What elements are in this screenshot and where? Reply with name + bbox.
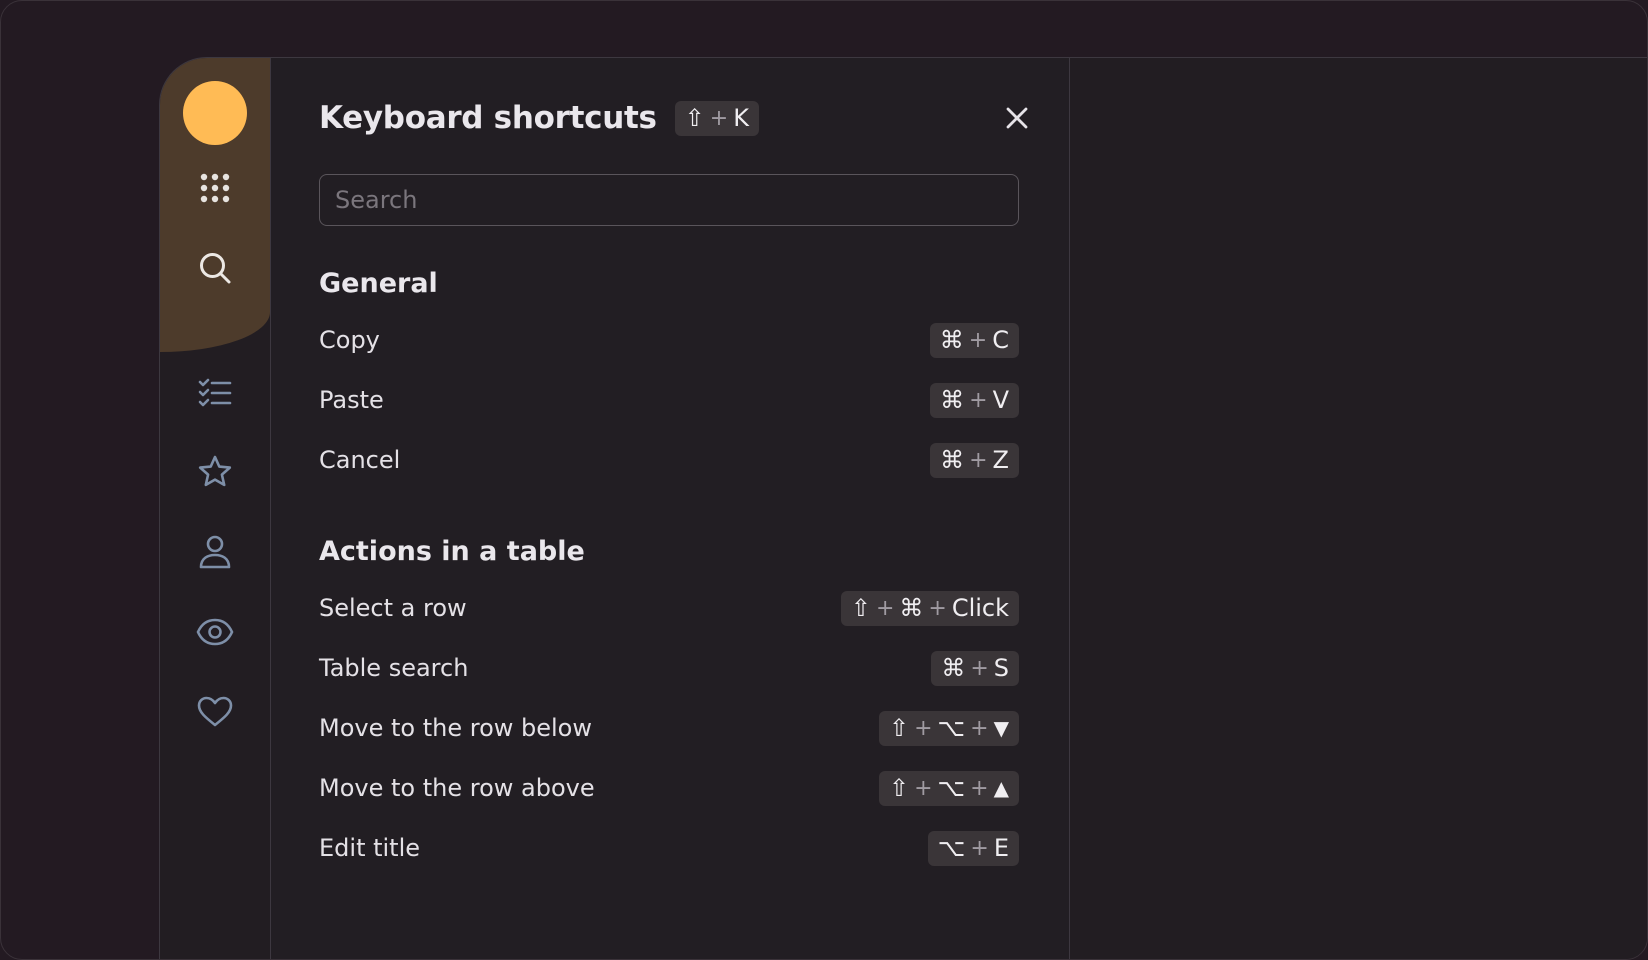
search-icon[interactable] xyxy=(185,238,245,298)
key: Z xyxy=(992,446,1009,474)
key: ⇧ xyxy=(888,774,910,802)
sidebar xyxy=(160,58,271,959)
shortcut-label: Select a row xyxy=(319,594,467,622)
shortcut-row[interactable]: Edit title ⌥ + E xyxy=(319,828,1019,868)
key: ⌘ xyxy=(940,386,965,414)
key-separator: + xyxy=(968,327,988,353)
section-title-general: General xyxy=(319,268,438,299)
arrow-down-key: ▼ xyxy=(993,716,1009,740)
task-list-icon[interactable] xyxy=(185,363,245,423)
person-icon[interactable] xyxy=(185,522,245,582)
shortcut-label: Edit title xyxy=(319,834,421,862)
panel-title: Keyboard shortcuts xyxy=(319,100,657,136)
key-separator: + xyxy=(970,655,989,681)
key-separator: + xyxy=(970,835,989,861)
key: ⌘ xyxy=(941,654,966,682)
title-shortcut-badge: ⇧ + K xyxy=(674,100,759,136)
shortcut-row[interactable]: Move to the row above ⇧ + ⌥ + ▲ xyxy=(319,768,1019,808)
close-button[interactable] xyxy=(1000,101,1034,135)
avatar[interactable] xyxy=(183,81,247,145)
window-frame: Keyboard shortcuts ⇧ + K General Copy xyxy=(0,0,1648,960)
shortcut-label: Move to the row below xyxy=(319,714,592,742)
app-window: Keyboard shortcuts ⇧ + K General Copy xyxy=(159,57,1647,959)
key: ⌥ xyxy=(937,714,966,742)
star-icon[interactable] xyxy=(185,442,245,502)
shortcut-row[interactable]: Table search ⌘ + S xyxy=(319,648,1019,688)
key-separator: + xyxy=(709,105,729,131)
shortcut-keys: ⇧ + ⌘ + Click xyxy=(840,590,1019,626)
shortcut-row[interactable]: Cancel ⌘ + Z xyxy=(319,440,1019,480)
shortcut-keys: ⇧ + ⌥ + ▲ xyxy=(878,770,1019,806)
key-separator: + xyxy=(969,447,988,473)
keyboard-shortcuts-panel: Keyboard shortcuts ⇧ + K General Copy xyxy=(271,58,1070,959)
key: ⌘ xyxy=(899,594,924,622)
shortcut-row[interactable]: Paste ⌘ + V xyxy=(319,380,1019,420)
key: S xyxy=(993,654,1009,682)
key: Click xyxy=(951,594,1009,622)
heart-icon[interactable] xyxy=(185,682,245,742)
close-icon xyxy=(1006,107,1028,129)
shortcut-label: Paste xyxy=(319,386,384,414)
search-input[interactable] xyxy=(319,174,1019,226)
key: C xyxy=(992,326,1009,354)
key: ⌥ xyxy=(937,774,966,802)
eye-icon[interactable] xyxy=(185,602,245,662)
key-separator: + xyxy=(928,595,947,621)
key-separator: + xyxy=(875,595,895,621)
shortcut-row[interactable]: Select a row ⇧ + ⌘ + Click xyxy=(319,588,1019,628)
shortcut-label: Copy xyxy=(319,326,380,354)
key: ⌘ xyxy=(939,326,964,354)
key: E xyxy=(993,834,1009,862)
key-separator: + xyxy=(970,715,989,741)
apps-grid-icon[interactable] xyxy=(185,158,245,218)
key: K xyxy=(733,104,749,132)
shortcut-row[interactable]: Copy ⌘ + C xyxy=(319,320,1019,360)
key-separator: + xyxy=(914,715,933,741)
shortcut-keys: ⌘ + V xyxy=(930,382,1019,418)
key: ⇧ xyxy=(850,594,871,622)
key-separator: + xyxy=(970,775,989,801)
arrow-up-key: ▲ xyxy=(993,776,1009,800)
key-separator: + xyxy=(969,387,988,413)
shortcut-label: Cancel xyxy=(319,446,401,474)
shortcut-keys: ⇧ + ⌥ + ▼ xyxy=(878,710,1019,746)
panel-header: Keyboard shortcuts ⇧ + K xyxy=(319,98,759,138)
key: ⇧ xyxy=(684,104,705,132)
key: ⇧ xyxy=(888,714,910,742)
shortcut-label: Table search xyxy=(319,654,469,682)
shortcut-keys: ⌘ + C xyxy=(929,322,1019,358)
main-content-area xyxy=(1070,58,1647,959)
shortcut-row[interactable]: Move to the row below ⇧ + ⌥ + ▼ xyxy=(319,708,1019,748)
key-separator: + xyxy=(914,775,933,801)
section-title-actions-in-table: Actions in a table xyxy=(319,536,585,567)
key: ⌘ xyxy=(940,446,965,474)
shortcut-keys: ⌘ + S xyxy=(931,650,1019,686)
key: V xyxy=(992,386,1009,414)
shortcut-keys: ⌘ + Z xyxy=(930,442,1019,478)
shortcut-label: Move to the row above xyxy=(319,774,595,802)
shortcut-keys: ⌥ + E xyxy=(927,830,1019,866)
key: ⌥ xyxy=(937,834,966,862)
